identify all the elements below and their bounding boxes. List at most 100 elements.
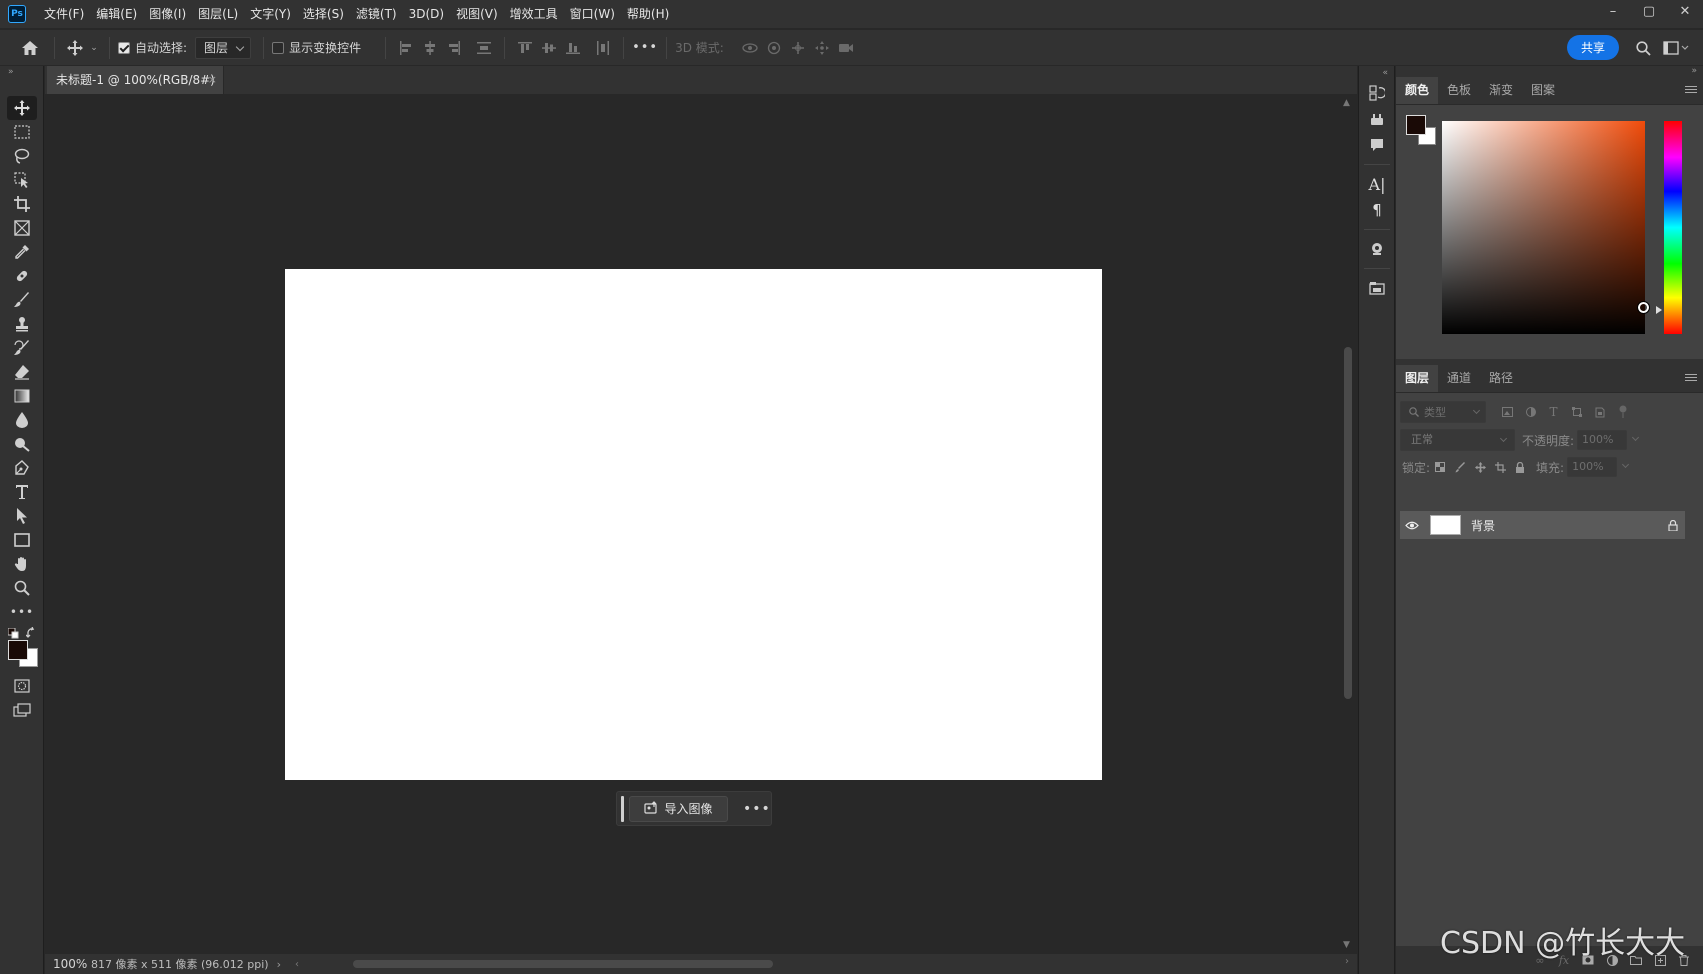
filter-adjustment-icon[interactable] — [1519, 401, 1542, 423]
tab-gradients[interactable]: 渐变 — [1480, 77, 1522, 104]
opacity-input[interactable]: 100% — [1577, 430, 1628, 450]
camera-3d-icon[interactable] — [834, 36, 858, 60]
align-bottom-icon[interactable] — [561, 36, 585, 60]
scroll-right-icon[interactable]: › — [1345, 956, 1349, 967]
close-tab-icon[interactable]: × — [208, 66, 217, 94]
scroll-down-icon[interactable]: ▼ — [1343, 940, 1350, 950]
show-transform-checkbox[interactable] — [272, 41, 285, 54]
lock-all-icon[interactable] — [1510, 457, 1530, 477]
menu-filter[interactable]: 滤镜(T) — [350, 0, 403, 28]
healing-brush-tool-icon[interactable] — [7, 264, 37, 288]
ps-logo[interactable]: Ps — [8, 5, 26, 23]
adjustments-panel-icon[interactable] — [1363, 106, 1391, 132]
filter-shape-icon[interactable] — [1565, 401, 1588, 423]
libraries-panel-icon[interactable] — [1363, 236, 1391, 262]
tab-swatches[interactable]: 色板 — [1438, 77, 1480, 104]
eyedropper-tool-icon[interactable] — [7, 240, 37, 264]
horizontal-scrollbar[interactable] — [353, 959, 773, 969]
crop-tool-icon[interactable] — [7, 192, 37, 216]
drag-handle[interactable] — [621, 795, 624, 822]
distribute-vertical-icon[interactable] — [472, 36, 496, 60]
saturation-value-field[interactable] — [1442, 121, 1650, 334]
pan-3d-icon[interactable] — [786, 36, 810, 60]
zoom-level[interactable]: 100% — [45, 957, 91, 971]
properties-panel-icon[interactable] — [1363, 275, 1391, 301]
zoom-tool-icon[interactable] — [7, 576, 37, 600]
filter-type-icon[interactable]: T — [1542, 401, 1565, 423]
maximize-button[interactable]: ▢ — [1631, 0, 1667, 22]
lasso-tool-icon[interactable] — [7, 144, 37, 168]
brush-tool-icon[interactable] — [7, 288, 37, 312]
eraser-tool-icon[interactable] — [7, 360, 37, 384]
pen-tool-icon[interactable] — [7, 456, 37, 480]
foreground-color-swatch[interactable] — [8, 640, 28, 660]
marquee-tool-icon[interactable] — [7, 120, 37, 144]
vertical-scrollbar[interactable]: ▲ ▼ — [1339, 94, 1357, 954]
menu-help[interactable]: 帮助(H) — [621, 0, 675, 28]
scroll-up-icon[interactable]: ▲ — [1343, 98, 1350, 108]
canvas-area[interactable]: 导入图像 ••• — [45, 94, 1339, 954]
clone-stamp-tool-icon[interactable] — [7, 312, 37, 336]
more-options-button[interactable]: ••• — [632, 40, 658, 55]
collapse-toolbar-button[interactable]: » — [0, 66, 43, 78]
frame-tool-icon[interactable] — [7, 216, 37, 240]
hand-tool-icon[interactable] — [7, 552, 37, 576]
filter-smart-object-icon[interactable] — [1588, 401, 1611, 423]
comments-panel-icon[interactable] — [1363, 132, 1391, 158]
eye-icon[interactable] — [1400, 521, 1424, 530]
align-right-icon[interactable] — [442, 36, 466, 60]
menu-view[interactable]: 视图(V) — [450, 0, 504, 28]
menu-image[interactable]: 图像(I) — [143, 0, 192, 28]
share-button[interactable]: 共享 — [1567, 35, 1619, 60]
menu-file[interactable]: 文件(F) — [38, 0, 90, 28]
scroll-left-icon[interactable]: ‹ — [295, 959, 299, 970]
tab-paths[interactable]: 路径 — [1480, 365, 1522, 392]
align-center-h-icon[interactable] — [418, 36, 442, 60]
type-tool-icon[interactable] — [7, 480, 37, 504]
lock-pixels-icon[interactable] — [1450, 457, 1470, 477]
path-selection-tool-icon[interactable] — [7, 504, 37, 528]
align-middle-v-icon[interactable] — [537, 36, 561, 60]
document-canvas[interactable] — [285, 269, 1102, 780]
distribute-horizontal-icon[interactable] — [591, 36, 615, 60]
hue-slider-arrow[interactable] — [1656, 306, 1662, 314]
lock-artboard-icon[interactable] — [1490, 457, 1510, 477]
object-select-tool-icon[interactable] — [7, 168, 37, 192]
search-icon[interactable] — [1631, 36, 1655, 60]
dodge-tool-icon[interactable] — [7, 432, 37, 456]
tab-patterns[interactable]: 图案 — [1522, 77, 1564, 104]
layer-name[interactable]: 背景 — [1471, 517, 1661, 534]
tab-channels[interactable]: 通道 — [1438, 365, 1480, 392]
menu-layer[interactable]: 图层(L) — [192, 0, 244, 28]
paragraph-panel-icon[interactable]: ¶ — [1363, 197, 1391, 223]
quick-mask-icon[interactable] — [7, 674, 37, 698]
vertical-scroll-thumb[interactable] — [1344, 347, 1352, 699]
panel-menu-icon[interactable] — [1685, 374, 1697, 383]
tab-layers[interactable]: 图层 — [1396, 365, 1439, 392]
more-tools-icon[interactable]: ••• — [7, 600, 37, 624]
document-tab[interactable]: 未标题-1 @ 100%(RGB/8#) × — [47, 66, 224, 94]
move-tool-preset-icon[interactable] — [63, 36, 87, 60]
roll-3d-icon[interactable] — [762, 36, 786, 60]
foreground-color-swatch[interactable] — [1406, 115, 1426, 135]
filter-toggle-icon[interactable] — [1611, 401, 1634, 423]
menu-edit[interactable]: 编辑(E) — [90, 0, 143, 28]
move-tool-icon[interactable] — [7, 96, 37, 120]
horizontal-scroll-thumb[interactable] — [353, 960, 773, 968]
tab-color[interactable]: 颜色 — [1396, 77, 1439, 104]
minimize-button[interactable]: – — [1595, 0, 1631, 22]
color-picker-marker[interactable] — [1637, 301, 1650, 314]
history-brush-tool-icon[interactable] — [7, 336, 37, 360]
chevron-down-icon[interactable]: ⌄ — [87, 36, 101, 60]
panel-menu-icon[interactable] — [1685, 86, 1697, 95]
collapse-dock-button[interactable]: » — [1396, 66, 1703, 77]
slide-3d-icon[interactable] — [810, 36, 834, 60]
gradient-tool-icon[interactable] — [7, 384, 37, 408]
rectangle-tool-icon[interactable] — [7, 528, 37, 552]
screen-mode-icon[interactable] — [7, 698, 37, 722]
history-panel-icon[interactable] — [1363, 80, 1391, 106]
align-left-icon[interactable] — [394, 36, 418, 60]
layer-row[interactable]: 背景 — [1400, 511, 1685, 539]
orbit-3d-icon[interactable] — [738, 36, 762, 60]
import-image-button[interactable]: 导入图像 — [629, 795, 728, 822]
